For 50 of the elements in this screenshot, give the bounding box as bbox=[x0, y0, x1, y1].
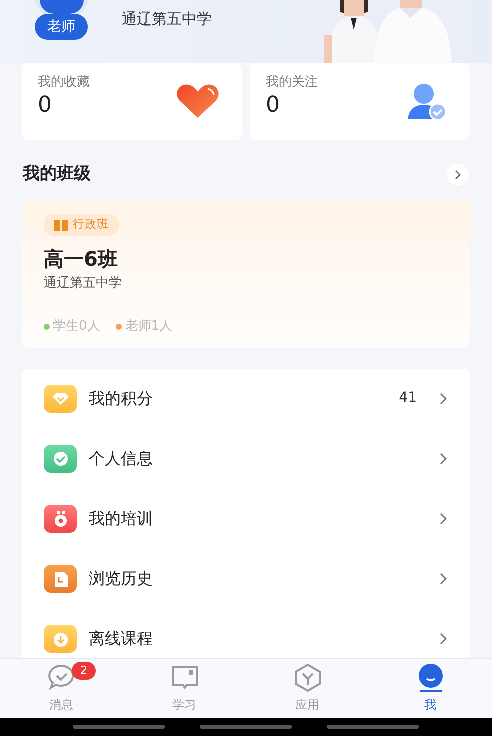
stat-label: 我的收藏 bbox=[38, 74, 90, 92]
chevron-icon bbox=[439, 392, 448, 406]
more-button[interactable] bbox=[447, 164, 469, 186]
book-icon bbox=[170, 664, 198, 692]
user-check-icon bbox=[406, 83, 448, 121]
menu-item[interactable]: 我的积分 41 bbox=[44, 368, 448, 428]
member-count: 老师1人 bbox=[125, 318, 173, 336]
chevron-icon bbox=[439, 512, 448, 526]
following-card[interactable]: 我的关注 0 bbox=[250, 63, 470, 140]
nav-pill[interactable] bbox=[72, 725, 165, 729]
menu-item[interactable]: 个人信息 bbox=[44, 428, 448, 488]
menu-label: 离线课程 bbox=[89, 628, 154, 650]
class-school: 通辽第五中学 bbox=[44, 274, 123, 292]
role-badge: 老师 bbox=[35, 14, 88, 40]
tab[interactable]: 我 bbox=[369, 659, 492, 718]
menu-value: 41 bbox=[399, 389, 417, 408]
stat-label: 我的关注 bbox=[266, 74, 318, 92]
chevron-icon bbox=[439, 572, 448, 586]
chevron-icon bbox=[439, 452, 448, 466]
menu-label: 我的培训 bbox=[89, 508, 154, 530]
nav-pill[interactable] bbox=[327, 725, 420, 729]
chat-check-icon bbox=[48, 664, 76, 692]
heart-icon bbox=[176, 83, 220, 119]
favorites-card[interactable]: 我的收藏 0 bbox=[22, 63, 242, 140]
menu-item[interactable]: 离线课程 bbox=[44, 608, 448, 658]
school-name: 通辽第五中学 bbox=[122, 9, 212, 30]
download-icon bbox=[44, 624, 77, 652]
document-icon bbox=[44, 564, 77, 592]
tab[interactable]: 消息 2 bbox=[0, 659, 123, 718]
unread-badge: 2 bbox=[72, 662, 96, 680]
chevron-icon bbox=[454, 170, 462, 180]
section-title: 我的班级 bbox=[23, 163, 91, 186]
class-name: 高一6班 bbox=[44, 246, 119, 272]
menu-label: 浏览历史 bbox=[89, 568, 154, 590]
badge-check-icon bbox=[44, 444, 77, 472]
menu-label: 我的积分 bbox=[89, 388, 154, 410]
book-icon bbox=[54, 220, 68, 230]
member-count: 学生0人 bbox=[53, 318, 100, 336]
menu-item[interactable]: 我的培训 bbox=[44, 488, 448, 548]
stat-value: 0 bbox=[38, 92, 52, 119]
medal-icon bbox=[44, 504, 77, 532]
nav-pill[interactable] bbox=[200, 725, 292, 729]
tag-text: 行政班 bbox=[73, 216, 109, 234]
menu-label: 个人信息 bbox=[89, 448, 154, 470]
hexagon-icon bbox=[294, 664, 322, 692]
user-icon bbox=[416, 664, 444, 692]
menu-item[interactable]: 浏览历史 bbox=[44, 548, 448, 608]
class-card[interactable]: 行政班 高一6班 通辽第五中学 学生0人 老师1人 bbox=[22, 200, 470, 348]
chevron-icon bbox=[439, 632, 448, 646]
stat-value: 0 bbox=[266, 92, 280, 119]
